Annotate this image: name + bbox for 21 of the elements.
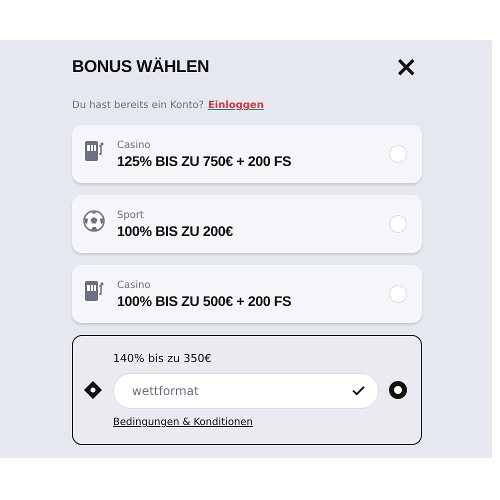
- bonus-category: Sport: [117, 210, 145, 220]
- bonus-category: Casino: [117, 280, 152, 290]
- slot-machine-icon: [83, 140, 105, 162]
- bonus-title: 125% BIS ZU 750€ + 200 FS: [117, 152, 292, 168]
- bonus-code-field[interactable]: wettformat: [113, 373, 379, 409]
- bonus-code-card[interactable]: 140% bis zu 350€ wettformat Bedingungen & Konditionen: [72, 335, 422, 445]
- slot-machine-icon: [83, 280, 105, 302]
- bonus-card[interactable]: Casino 100% BIS ZU 500€ + 200 FS: [72, 265, 422, 323]
- ticket-icon: [83, 380, 103, 400]
- bonus-card[interactable]: Sport 100% BIS ZU 200€: [72, 195, 422, 253]
- bonus-title: 140% bis zu 350€: [113, 352, 212, 365]
- radio-button[interactable]: [389, 381, 407, 399]
- bonus-title: 100% BIS ZU 200€: [117, 222, 234, 238]
- bonus-title: 100% BIS ZU 500€ + 200 FS: [117, 292, 292, 308]
- bonus-category: Casino: [117, 140, 152, 150]
- terms-link[interactable]: Bedingungen & Konditionen: [113, 417, 379, 428]
- dialog-title: BONUS WÄHLEN: [72, 57, 210, 77]
- close-button[interactable]: ×: [390, 54, 422, 80]
- football-icon: [83, 210, 105, 232]
- login-prompt: Du hast bereits ein Konto?: [72, 100, 204, 111]
- bonus-card[interactable]: Casino 125% BIS ZU 750€ + 200 FS: [72, 125, 422, 183]
